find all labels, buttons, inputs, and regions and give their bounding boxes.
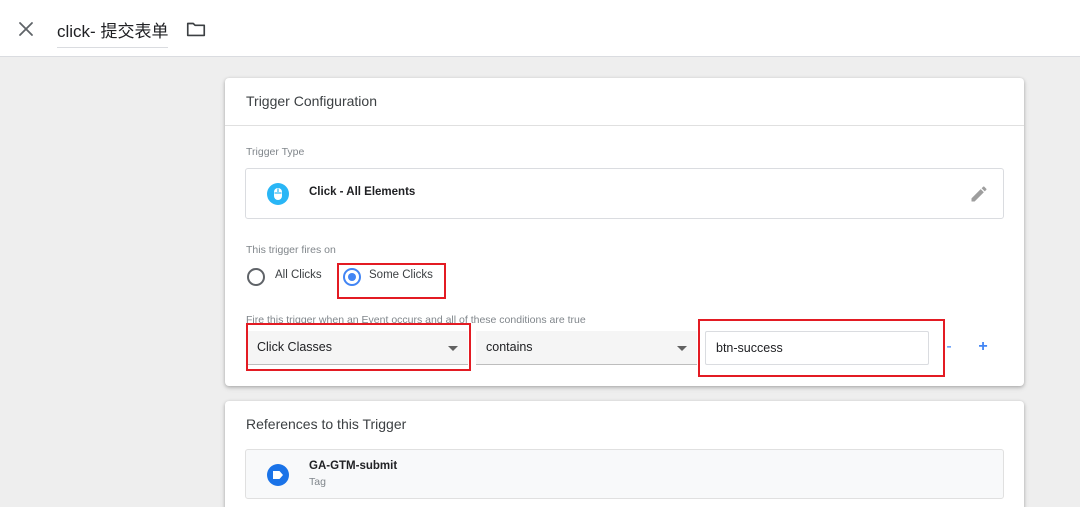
variable-select[interactable]: Click Classes bbox=[247, 331, 468, 365]
trigger-configuration-card: Trigger Configuration Trigger Type Click… bbox=[225, 78, 1024, 386]
reference-type: Tag bbox=[309, 476, 326, 488]
close-icon[interactable] bbox=[14, 17, 38, 41]
operator-select[interactable]: contains bbox=[476, 331, 697, 365]
radio-button[interactable] bbox=[247, 268, 265, 286]
top-bar: click- 提交表单 bbox=[0, 0, 1080, 57]
add-condition-button[interactable]: + bbox=[973, 336, 993, 358]
condition-value-input[interactable] bbox=[705, 331, 929, 365]
trigger-name[interactable]: click- 提交表单 bbox=[57, 17, 169, 48]
radio-label: Some Clicks bbox=[369, 269, 433, 281]
variable-value: Click Classes bbox=[257, 340, 333, 354]
radio-some-clicks[interactable]: Some Clicks bbox=[343, 267, 443, 287]
reference-name: GA-GTM-submit bbox=[309, 460, 398, 472]
conditions-label: Fire this trigger when an Event occurs a… bbox=[246, 314, 586, 326]
mouse-icon bbox=[267, 183, 289, 205]
remove-condition-button[interactable]: - bbox=[939, 336, 959, 358]
folder-icon[interactable] bbox=[185, 18, 207, 40]
pencil-icon[interactable] bbox=[969, 184, 989, 204]
tag-icon bbox=[267, 464, 289, 486]
radio-label: All Clicks bbox=[275, 269, 322, 281]
operator-value: contains bbox=[486, 340, 533, 354]
trigger-type-selector[interactable]: Click - All Elements bbox=[245, 168, 1004, 219]
references-card: References to this Trigger GA-GTM-submit… bbox=[225, 401, 1024, 507]
references-title: References to this Trigger bbox=[246, 416, 407, 432]
reference-item[interactable]: GA-GTM-submit Tag bbox=[245, 449, 1004, 499]
radio-all-clicks[interactable]: All Clicks bbox=[247, 267, 337, 287]
radio-button-selected[interactable] bbox=[343, 268, 361, 286]
fires-on-label: This trigger fires on bbox=[246, 244, 336, 256]
trigger-type-name: Click - All Elements bbox=[309, 186, 416, 198]
card-header: Trigger Configuration bbox=[225, 78, 1024, 126]
chevron-down-icon bbox=[677, 346, 687, 351]
trigger-type-label: Trigger Type bbox=[246, 146, 305, 158]
card-title: Trigger Configuration bbox=[246, 93, 377, 109]
chevron-down-icon bbox=[448, 346, 458, 351]
